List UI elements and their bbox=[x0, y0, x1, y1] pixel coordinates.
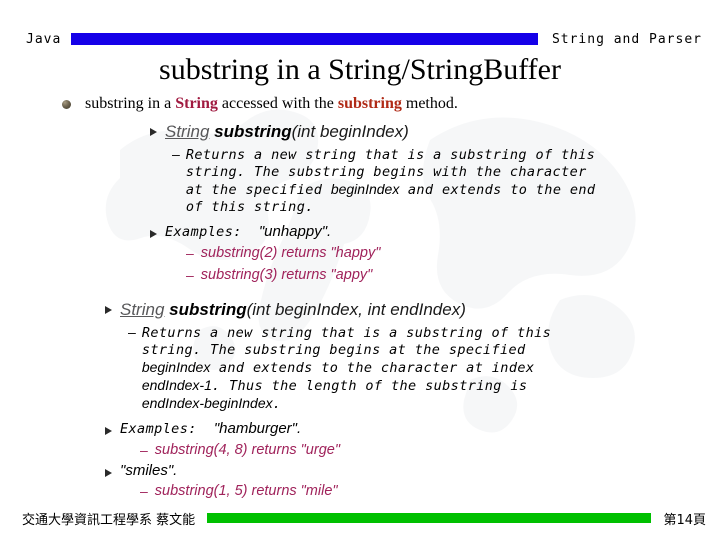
method1-args: (int beginIndex) bbox=[291, 122, 409, 141]
method1-desc-line-3: of this string. bbox=[185, 199, 314, 215]
dash-marker: – bbox=[186, 267, 194, 283]
method2-example-item: – substring(4, 8) returns "urge" bbox=[140, 441, 720, 460]
method2-desc-line-2: beginIndex and extends to the character … bbox=[141, 359, 535, 376]
triangle-bullet-icon bbox=[105, 306, 112, 314]
bullet-intro: substring in a String accessed with the … bbox=[62, 94, 720, 114]
method1-example-item: – substring(3) returns "appy" bbox=[186, 266, 720, 285]
method1-examples-value: "unhappy". bbox=[258, 223, 332, 240]
method2-examples-row: Examples: "hamburger". bbox=[105, 420, 720, 438]
method1-desc-line-1: string. The substring begins with the ch… bbox=[185, 164, 587, 180]
header-left-label: Java bbox=[26, 31, 62, 47]
method2-second-value-row: "smiles". bbox=[105, 462, 720, 479]
method2-desc-line-1: string. The substring begins at the spec… bbox=[141, 342, 526, 358]
slide-header: Java String and Parser bbox=[0, 28, 720, 50]
intro-mid: accessed with the bbox=[217, 95, 338, 112]
dash-marker: – bbox=[128, 326, 136, 341]
method1-example-1: substring(3) returns "appy" bbox=[200, 267, 373, 283]
dash-marker: – bbox=[140, 442, 148, 458]
method2-second-value: "smiles". bbox=[120, 462, 178, 479]
method2-desc-line-3: endIndex-1. Thus the length of the subst… bbox=[141, 377, 528, 394]
dash-marker: – bbox=[172, 148, 180, 163]
method2-return-type: String bbox=[120, 300, 165, 319]
intro-post: method. bbox=[401, 95, 458, 112]
footer-green-bar bbox=[207, 513, 652, 523]
method2-example-0: substring(4, 8) returns "urge" bbox=[154, 442, 340, 458]
method1-examples-row: Examples: "unhappy". bbox=[150, 223, 720, 241]
method1-desc-param: beginIndex bbox=[330, 181, 400, 197]
slide: Java String and Parser substring in a St… bbox=[0, 0, 720, 540]
method2-second-example-item: – substring(1, 5) returns "mile" bbox=[140, 482, 720, 501]
method2-examples-value: "hamburger". bbox=[213, 420, 302, 437]
triangle-bullet-icon bbox=[105, 469, 112, 477]
method-signature-1: String substring(int beginIndex) bbox=[150, 121, 720, 142]
method2-name: substring bbox=[169, 300, 247, 319]
page-number: 第14頁 bbox=[663, 512, 706, 528]
method2-description: – Returns a new string that is a substri… bbox=[128, 325, 720, 413]
triangle-bullet-icon bbox=[150, 128, 157, 136]
slide-footer: 交通大學資訊工程學系 蔡文能 第14頁 bbox=[0, 508, 720, 528]
intro-method-name: substring bbox=[337, 95, 402, 112]
header-right-label: String and Parser bbox=[551, 31, 702, 47]
method2-desc-line-0: Returns a new string that is a substring… bbox=[141, 325, 552, 341]
method1-name: substring bbox=[214, 122, 292, 141]
intro-class-name: String bbox=[175, 95, 218, 112]
method2-second-example-0: substring(1, 5) returns "mile" bbox=[154, 483, 338, 499]
method1-desc-line-2: at the specified beginIndex and extends … bbox=[185, 181, 596, 198]
method-signature-2: String substring(int beginIndex, int end… bbox=[105, 299, 720, 320]
sphere-bullet-icon bbox=[62, 100, 71, 109]
method1-return-type: String bbox=[165, 122, 210, 141]
triangle-bullet-icon bbox=[150, 230, 157, 238]
header-blue-bar bbox=[71, 33, 538, 45]
method1-examples-label: Examples: bbox=[165, 224, 242, 240]
method1-description: – Returns a new string that is a substri… bbox=[172, 147, 720, 216]
method1-desc-line-0: Returns a new string that is a substring… bbox=[185, 147, 596, 163]
intro-text: substring in a String accessed with the … bbox=[85, 94, 458, 114]
dash-marker: – bbox=[186, 245, 194, 261]
intro-pre: substring in a bbox=[85, 95, 176, 112]
page-title: substring in a String/StringBuffer bbox=[159, 53, 561, 86]
method1-example-item: – substring(2) returns "happy" bbox=[186, 244, 720, 263]
method1-example-0: substring(2) returns "happy" bbox=[200, 245, 381, 261]
method2-args: (int beginIndex, int endIndex) bbox=[246, 300, 466, 319]
triangle-bullet-icon bbox=[105, 427, 112, 435]
method2-examples-label: Examples: bbox=[120, 421, 197, 437]
dash-marker: – bbox=[140, 483, 148, 499]
slide-body: substring in a String accessed with the … bbox=[0, 94, 720, 501]
footer-affiliation: 交通大學資訊工程學系 蔡文能 bbox=[22, 512, 196, 528]
method2-desc-line-4: endIndex-beginIndex. bbox=[141, 395, 282, 412]
